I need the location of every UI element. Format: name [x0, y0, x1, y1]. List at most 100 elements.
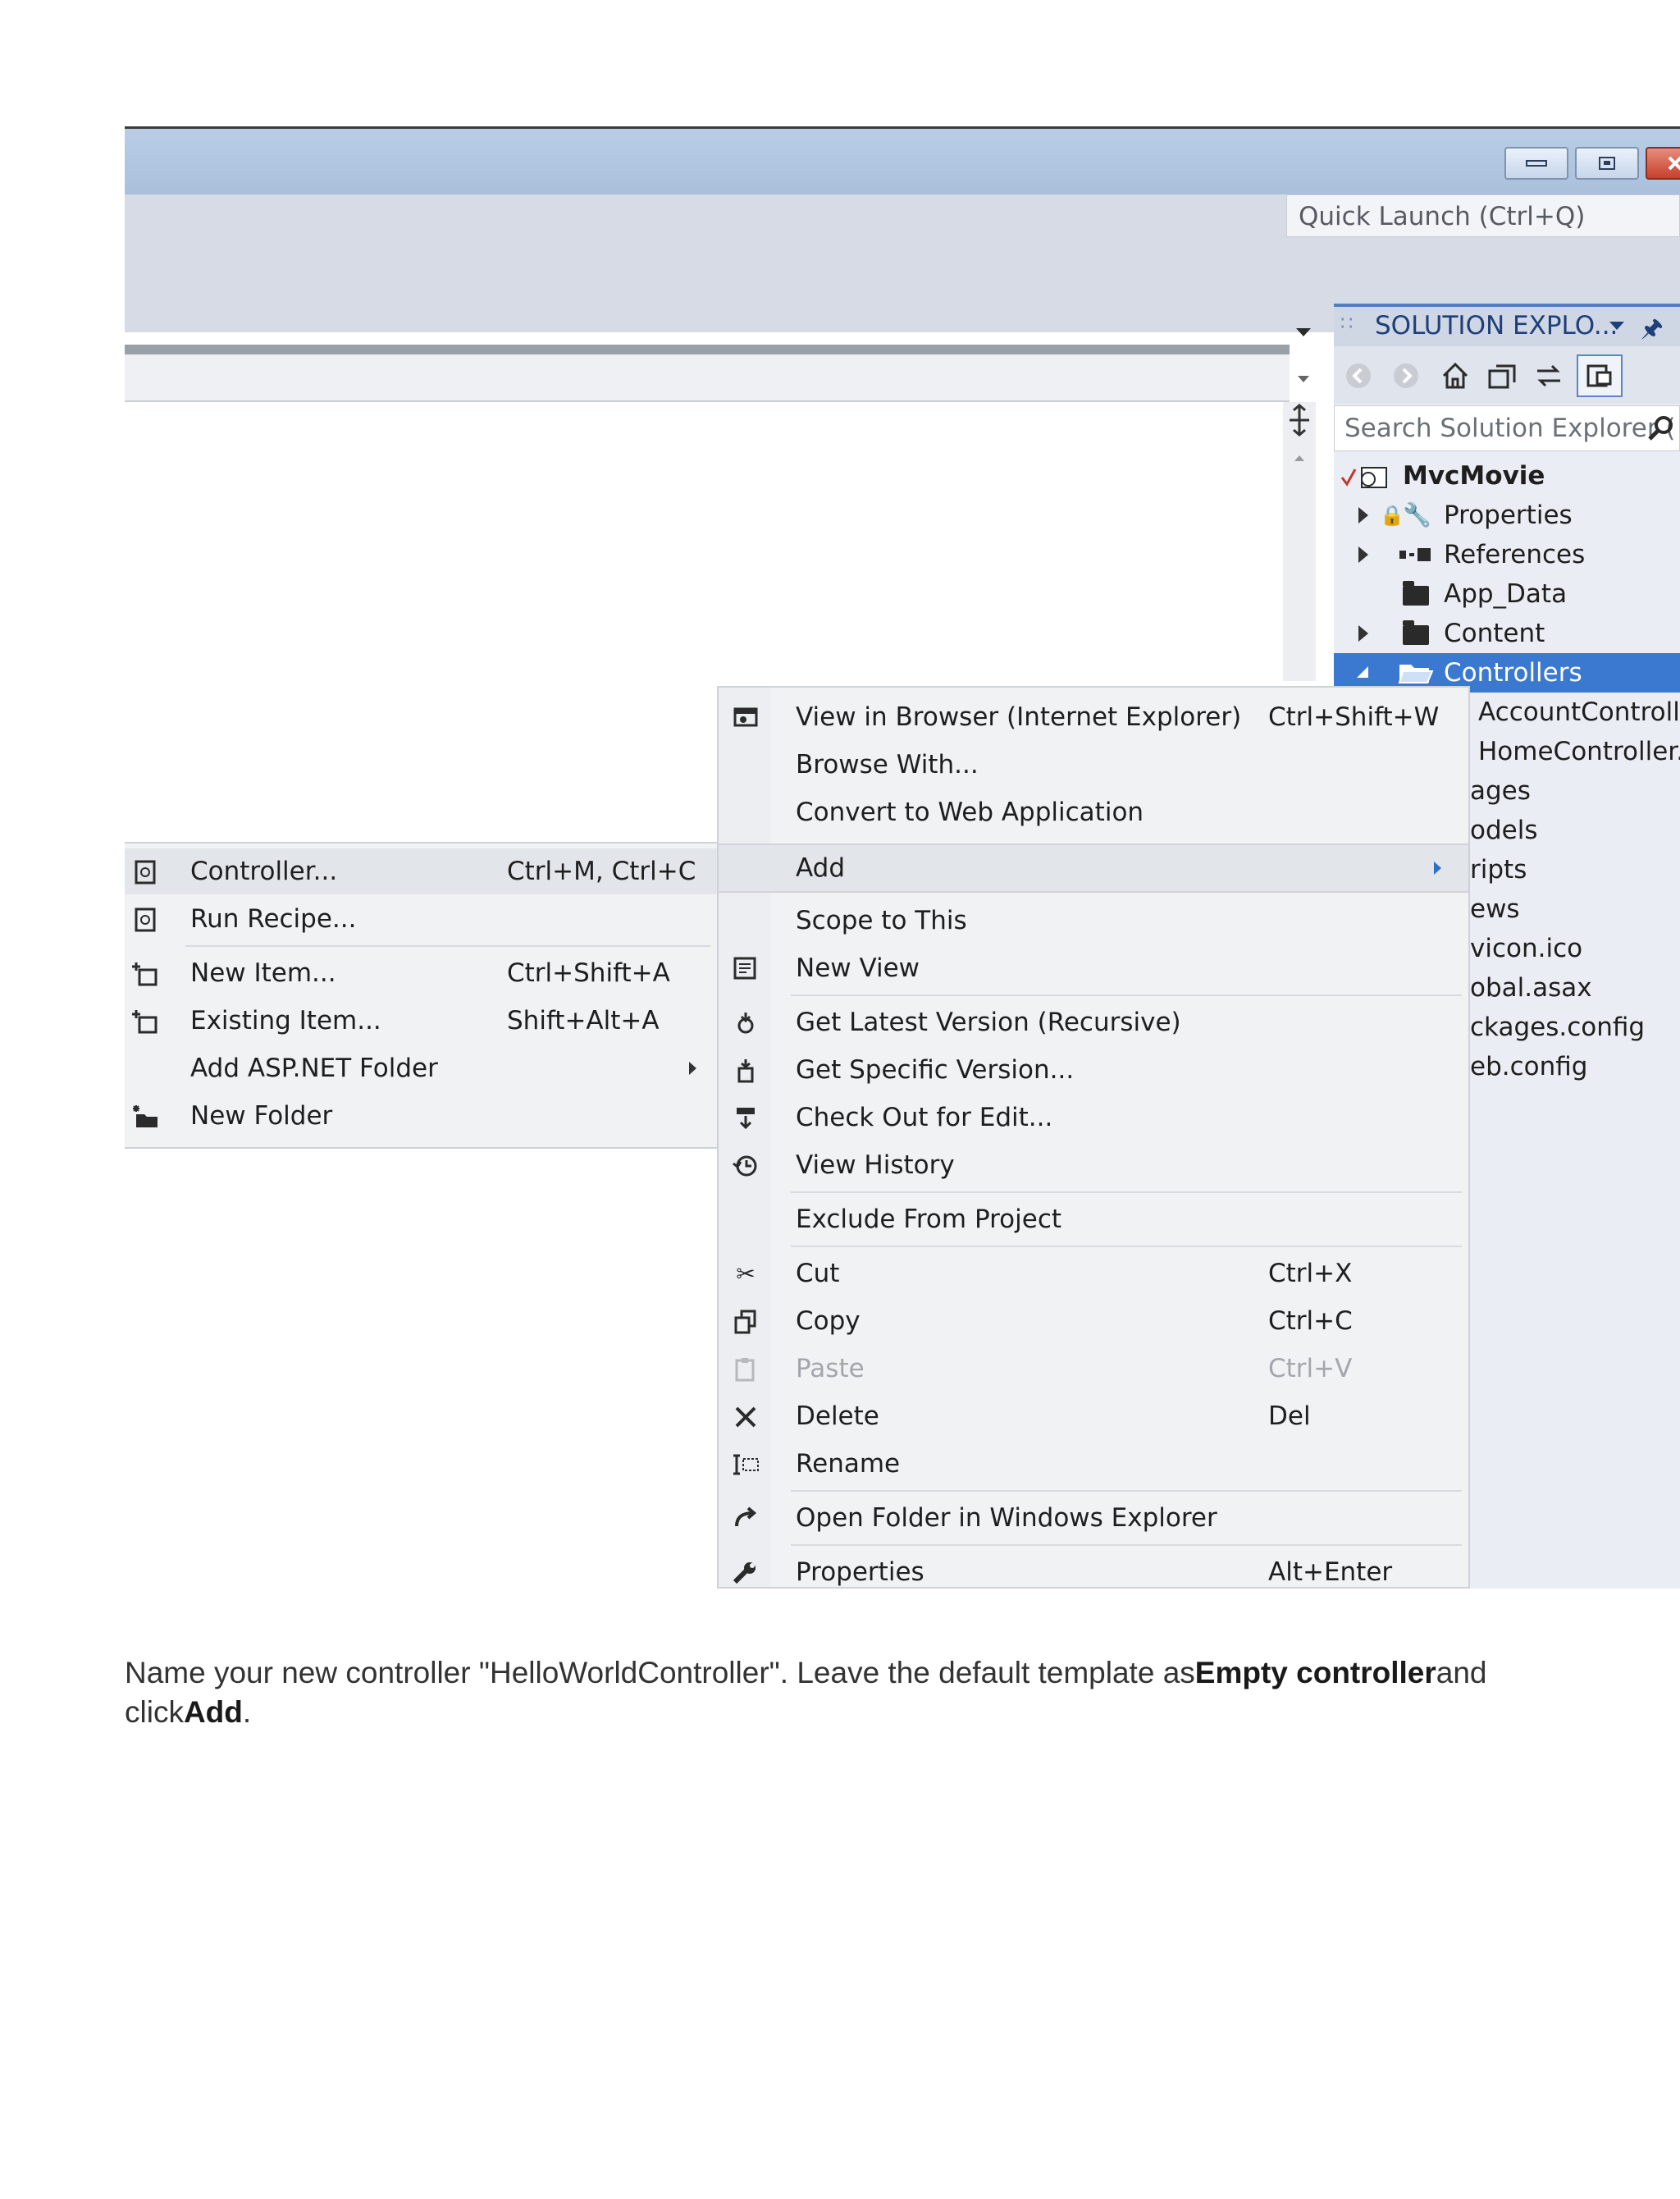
existing-item-icon — [131, 1009, 159, 1034]
paste-icon — [732, 1357, 760, 1382]
menu-item-cut[interactable]: ✂ Cut Ctrl+X — [719, 1250, 1468, 1296]
menu-item-view-in-browser[interactable]: View in Browser (Internet Explorer) Ctrl… — [719, 694, 1468, 740]
menu-separator — [791, 1544, 1462, 1546]
show-all-files-button[interactable] — [1577, 354, 1623, 397]
menu-separator — [185, 945, 710, 947]
wrench-icon — [732, 1561, 760, 1585]
split-icon — [1290, 404, 1309, 437]
expand-icon[interactable] — [1358, 507, 1368, 523]
editor-top-rule — [125, 345, 1290, 354]
sync-icon[interactable] — [1532, 359, 1565, 392]
tree-item-images[interactable]: ages — [1470, 771, 1531, 811]
editor-scrollbar[interactable] — [1283, 402, 1316, 681]
menu-item-get-latest[interactable]: Get Latest Version (Recursive) — [719, 999, 1468, 1045]
tree-item-global-asax[interactable]: obal.asax — [1470, 968, 1592, 1008]
menu-item-new-item[interactable]: New Item... Ctrl+Shift+A — [125, 950, 717, 996]
tree-item-views[interactable]: ews — [1470, 889, 1520, 929]
tree-item-web-config[interactable]: eb.config — [1470, 1047, 1587, 1086]
menu-item-new-folder[interactable]: New Folder — [125, 1093, 717, 1139]
new-folder-icon — [131, 1104, 159, 1129]
se-dropdown-icon[interactable] — [1609, 322, 1624, 330]
menu-separator — [791, 1191, 1462, 1193]
menu-item-browse-with[interactable]: Browse With... — [719, 742, 1468, 788]
tree-item-account-controller[interactable]: AccountControlle — [1478, 693, 1680, 732]
tree-item-models[interactable]: odels — [1470, 811, 1537, 850]
recipe-icon — [131, 907, 159, 932]
close-button[interactable] — [1646, 147, 1680, 180]
menu-separator — [791, 1490, 1462, 1492]
tree-item-mvcmovie[interactable]: MvcMovie — [1334, 456, 1680, 496]
expand-icon[interactable] — [1358, 546, 1368, 563]
back-icon[interactable] — [1344, 361, 1373, 391]
menu-item-check-out[interactable]: Check Out for Edit... — [719, 1095, 1468, 1141]
minimize-button[interactable] — [1504, 147, 1568, 180]
copy-icon — [732, 1310, 760, 1334]
collapse-icon[interactable] — [1355, 665, 1372, 681]
scroll-up-icon — [1294, 455, 1304, 461]
context-menu: View in Browser (Internet Explorer) Ctrl… — [717, 686, 1470, 1589]
tree-item-favicon[interactable]: vicon.ico — [1470, 929, 1582, 968]
open-folder-icon — [732, 1506, 760, 1531]
restore-button[interactable] — [1575, 147, 1639, 180]
home-icon[interactable] — [1439, 359, 1472, 392]
history-icon — [732, 1154, 760, 1178]
menu-item-add-aspnet-folder[interactable]: Add ASP.NET Folder — [125, 1045, 717, 1091]
restore-icon — [1599, 157, 1615, 170]
tree-item-content[interactable]: Content — [1334, 614, 1680, 653]
close-icon — [1668, 156, 1680, 171]
expand-icon[interactable] — [1358, 625, 1368, 642]
menu-item-convert-to-web-app[interactable]: Convert to Web Application — [719, 789, 1468, 835]
tab-dropdown-icon[interactable] — [1296, 328, 1311, 336]
forward-icon[interactable] — [1391, 361, 1421, 391]
cut-icon: ✂ — [736, 1260, 756, 1287]
instruction-text: Name your new controller "HelloWorldCont… — [125, 1656, 1487, 1729]
menu-item-properties[interactable]: Properties Alt+Enter — [719, 1549, 1468, 1589]
nav-dropdown-icon[interactable] — [1298, 376, 1309, 382]
screenshot: Quick Launch (Ctrl+Q) ∷ SOLUTION EXPLO..… — [125, 126, 1680, 1589]
quick-launch-input[interactable]: Quick Launch (Ctrl+Q) — [1286, 194, 1680, 237]
tree-item-home-controller[interactable]: HomeController.c — [1478, 732, 1680, 771]
menu-item-add[interactable]: Add — [719, 843, 1468, 893]
menu-item-paste[interactable]: Paste Ctrl+V — [719, 1346, 1468, 1392]
menu-item-existing-item[interactable]: Existing Item... Shift+Alt+A — [125, 998, 717, 1044]
get-latest-icon — [732, 1011, 760, 1035]
tree-item-app-data[interactable]: App_Data — [1334, 574, 1680, 614]
get-specific-icon — [732, 1058, 760, 1083]
solution-explorer-search[interactable]: Search Solution Explorer ( — [1334, 405, 1680, 451]
tree-item-references[interactable]: References — [1334, 535, 1680, 574]
menu-item-view-history[interactable]: View History — [719, 1142, 1468, 1188]
grip-icon: ∷ — [1340, 312, 1354, 335]
menu-item-new-view[interactable]: New View — [719, 945, 1468, 991]
menu-item-delete[interactable]: Delete Del — [719, 1393, 1468, 1439]
open-folder-icon — [1398, 665, 1434, 683]
menu-item-scope-to-this[interactable]: Scope to This — [719, 898, 1468, 944]
menu-item-controller[interactable]: Controller... Ctrl+M, Ctrl+C — [125, 848, 717, 894]
menu-item-open-folder[interactable]: Open Folder in Windows Explorer — [719, 1495, 1468, 1541]
solution-explorer-toolbar — [1334, 346, 1680, 404]
menu-item-run-recipe[interactable]: Run Recipe... — [125, 896, 717, 942]
rename-icon — [732, 1452, 760, 1477]
menu-item-exclude-from-project[interactable]: Exclude From Project — [719, 1196, 1468, 1242]
menu-item-copy[interactable]: Copy Ctrl+C — [719, 1298, 1468, 1344]
new-item-icon — [131, 962, 159, 986]
menu-item-rename[interactable]: Rename — [719, 1441, 1468, 1487]
menu-separator — [791, 1246, 1462, 1247]
new-view-icon — [732, 957, 760, 981]
add-submenu: Controller... Ctrl+M, Ctrl+C Run Recipe.… — [125, 842, 719, 1149]
submenu-arrow-icon — [689, 1062, 696, 1075]
tree-item-properties[interactable]: 🔒 🔧 Properties — [1334, 496, 1680, 535]
title-bar — [125, 129, 1680, 194]
add-emphasis: Add — [183, 1695, 243, 1729]
submenu-arrow-icon — [1434, 862, 1441, 875]
menu-item-get-specific[interactable]: Get Specific Version... — [719, 1047, 1468, 1093]
lock-icon: 🔒 — [1380, 504, 1404, 527]
tree-item-packages-config[interactable]: ckages.config — [1470, 1008, 1645, 1047]
search-icon[interactable] — [1646, 414, 1674, 442]
tree-item-scripts[interactable]: ripts — [1470, 850, 1527, 889]
controller-icon — [131, 860, 159, 885]
references-icon — [1399, 548, 1431, 561]
minimize-icon — [1526, 160, 1547, 167]
se-search-placeholder: Search Solution Explorer ( — [1344, 414, 1676, 443]
empty-controller-emphasis: Empty controller — [1194, 1656, 1436, 1689]
collapse-all-icon[interactable] — [1486, 359, 1519, 392]
